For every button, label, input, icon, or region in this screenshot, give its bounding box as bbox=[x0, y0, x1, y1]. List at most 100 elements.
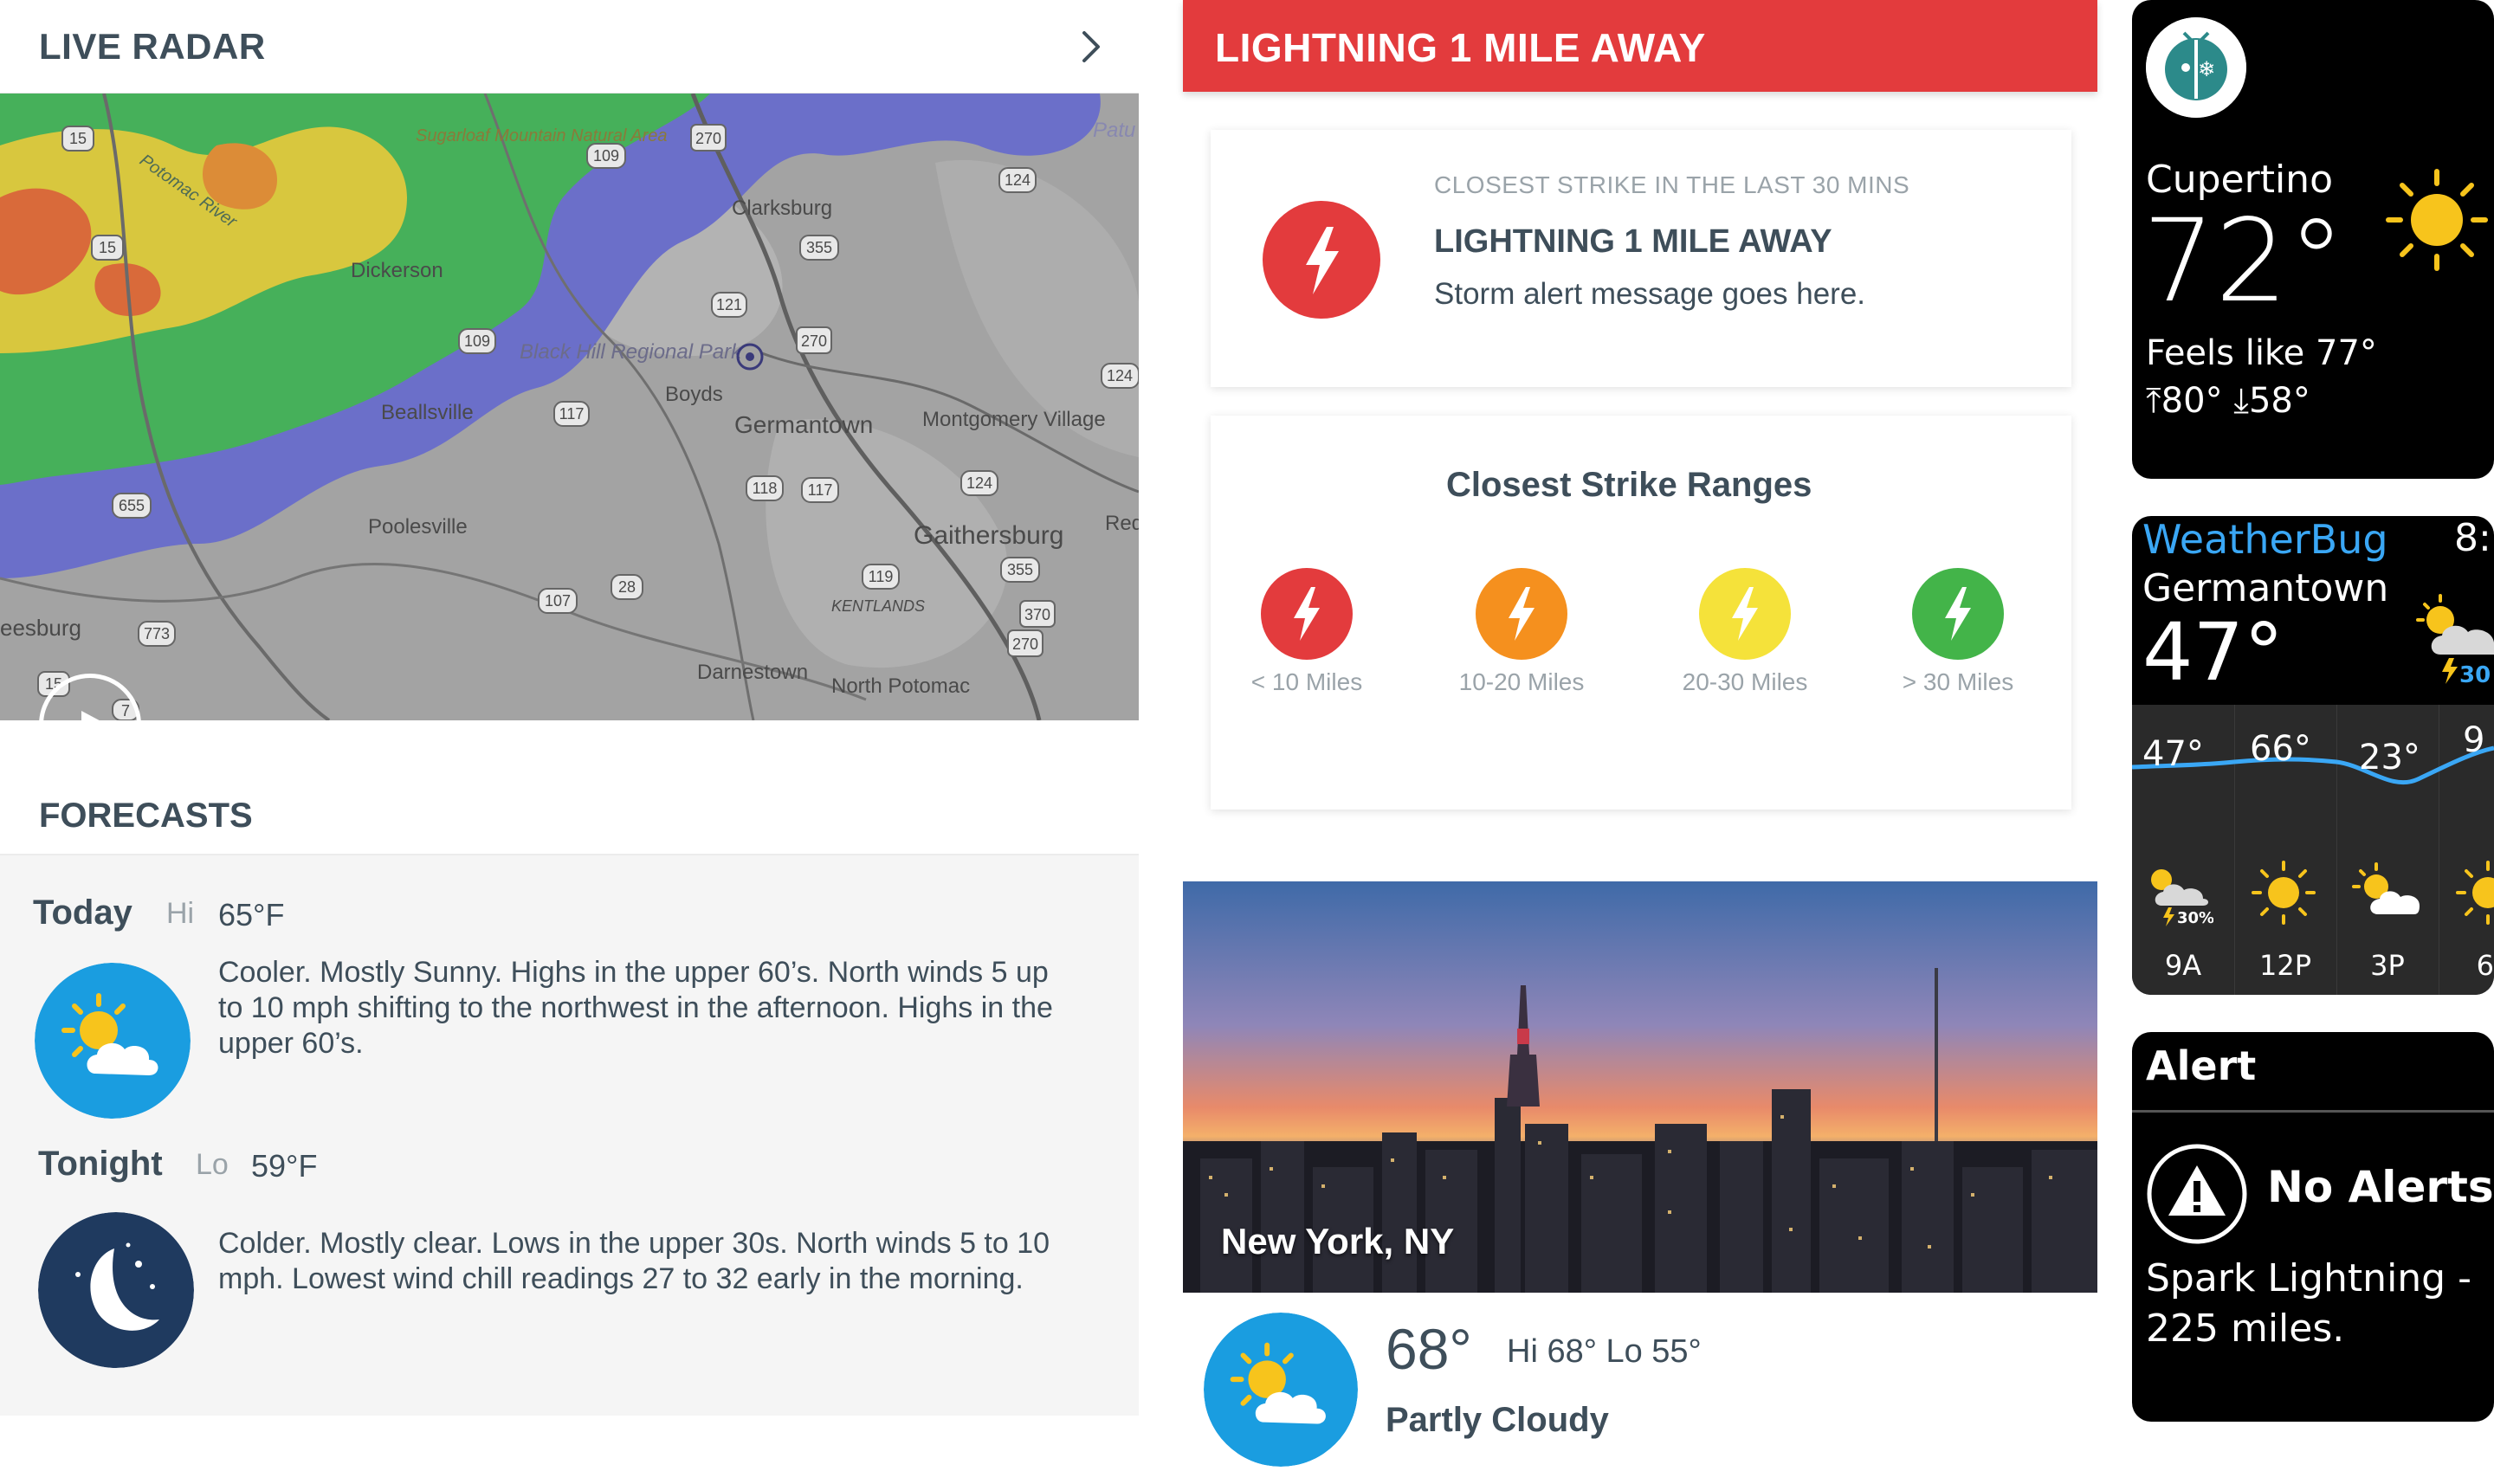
svg-text:KENTLANDS: KENTLANDS bbox=[831, 597, 925, 615]
svg-text:Red: Red bbox=[1105, 512, 1139, 535]
watch-time: 8: bbox=[2454, 516, 2491, 560]
strike-subtitle: CLOSEST STRIKE IN THE LAST 30 MINS bbox=[1434, 171, 1910, 198]
hourly-time: 3P bbox=[2370, 949, 2405, 982]
range-over-30-icon bbox=[1912, 568, 2004, 660]
hourly-temp: 23° bbox=[2359, 738, 2420, 777]
city-temperature: 68° bbox=[1386, 1317, 1472, 1381]
alert-title: Alert bbox=[2146, 1042, 2257, 1089]
svg-text:118: 118 bbox=[753, 480, 778, 497]
svg-text:15: 15 bbox=[99, 239, 116, 256]
map-label-clarksburg: Clarksburg bbox=[732, 197, 832, 220]
strike-ranges-card: Closest Strike Ranges < 10 Miles 10-20 M… bbox=[1211, 416, 2071, 810]
watch-brand: WeatherBug bbox=[2142, 516, 2388, 563]
radar-map-graphic: Clarksburg Dickerson Black Hill Regional… bbox=[0, 94, 1139, 720]
city-photo[interactable]: New York, NY bbox=[1183, 881, 2097, 1293]
svg-text:Darnestown: Darnestown bbox=[697, 661, 808, 684]
watch-face-germantown[interactable]: WeatherBug 8: Germantown 47° 30 47° 66° … bbox=[2132, 516, 2494, 995]
svg-text:Dickerson: Dickerson bbox=[351, 259, 443, 282]
storm-small-icon: 30% bbox=[2151, 869, 2213, 927]
strike-title: LIGHTNING 1 MILE AWAY bbox=[1434, 223, 1832, 260]
storm-icon: 30 bbox=[2416, 594, 2494, 688]
forecasts-card: FORECASTS Today Hi 65°F Cooler. Mostly S… bbox=[0, 771, 1139, 1416]
svg-text:Black Hill Regional Park: Black Hill Regional Park bbox=[520, 340, 743, 364]
svg-text:121: 121 bbox=[716, 296, 742, 313]
hourly-temp: 9 bbox=[2463, 720, 2485, 760]
closest-strike-card: CLOSEST STRIKE IN THE LAST 30 MINS LIGHT… bbox=[1211, 130, 2071, 387]
svg-text:370: 370 bbox=[1024, 606, 1050, 623]
play-button[interactable] bbox=[39, 674, 141, 720]
svg-text:North Potomac: North Potomac bbox=[831, 674, 970, 698]
city-condition: Partly Cloudy bbox=[1386, 1401, 1609, 1439]
forecast-temp: 59°F bbox=[251, 1148, 318, 1184]
hourly-time: 6 bbox=[2476, 949, 2494, 982]
live-radar-header[interactable]: LIVE RADAR bbox=[0, 0, 1139, 94]
svg-text:107: 107 bbox=[545, 592, 571, 610]
svg-text:119: 119 bbox=[869, 568, 894, 585]
forecast-day: Today bbox=[33, 894, 132, 932]
svg-text:109: 109 bbox=[593, 147, 619, 165]
alert-status: No Alerts bbox=[2267, 1162, 2494, 1212]
hourly-temp: 66° bbox=[2250, 729, 2311, 769]
city-name: New York, NY bbox=[1221, 1221, 1455, 1261]
svg-text:Beallsville: Beallsville bbox=[381, 401, 474, 424]
svg-text:355: 355 bbox=[806, 239, 832, 256]
partly-cloudy-small-icon bbox=[2352, 862, 2420, 914]
svg-text:124: 124 bbox=[1005, 171, 1031, 189]
svg-text:30: 30 bbox=[2459, 662, 2491, 688]
forecast-temp: 65°F bbox=[218, 897, 285, 932]
range-label: > 30 Miles bbox=[1902, 668, 2014, 695]
lightning-banner[interactable]: LIGHTNING 1 MILE AWAY bbox=[1183, 0, 2097, 92]
forecasts-title: FORECASTS bbox=[39, 797, 253, 835]
forecast-description-line: Colder. Mostly clear. Lows in the upper … bbox=[218, 1227, 1050, 1260]
svg-text:109: 109 bbox=[464, 332, 490, 350]
range-label: 10-20 Miles bbox=[1458, 668, 1585, 695]
lightning-bolt-icon bbox=[1263, 201, 1380, 319]
svg-text:270: 270 bbox=[695, 130, 721, 147]
live-radar-title: LIVE RADAR bbox=[39, 26, 266, 67]
forecast-description-line: to 10 mph shifting to the northwest in t… bbox=[218, 991, 1053, 1024]
svg-text:Sugarloaf Mountain Natural Are: Sugarloaf Mountain Natural Area bbox=[416, 126, 668, 145]
forecast-hilo-label: Hi bbox=[166, 897, 195, 930]
svg-text:655: 655 bbox=[119, 497, 145, 514]
watch-temperature: 47° bbox=[2142, 606, 2284, 699]
svg-text:117: 117 bbox=[808, 481, 833, 499]
range-under-10-icon bbox=[1261, 568, 1353, 660]
forecast-day: Tonight bbox=[38, 1145, 163, 1183]
forecasts-header: FORECASTS bbox=[0, 771, 1139, 855]
chevron-right-icon[interactable] bbox=[1072, 28, 1110, 66]
partly-sunny-icon bbox=[35, 963, 191, 1119]
hourly-time: 12P bbox=[2258, 949, 2311, 982]
svg-text:28: 28 bbox=[618, 578, 636, 596]
warning-icon bbox=[2147, 1144, 2247, 1244]
hourly-time: 9A bbox=[2164, 949, 2202, 982]
svg-text:773: 773 bbox=[144, 625, 170, 642]
svg-text:124: 124 bbox=[966, 474, 992, 492]
play-icon bbox=[81, 711, 100, 720]
watch-city: Germantown bbox=[2142, 566, 2389, 610]
svg-text:117: 117 bbox=[559, 405, 585, 423]
svg-text:Germantown: Germantown bbox=[734, 411, 873, 438]
hourly-forecast-panel: 47° 66° 23° 9 30% 9A 12P 3P 6 bbox=[2132, 705, 2494, 995]
watch-face-alert[interactable]: Alert No Alerts Spark Lightning - 225 mi… bbox=[2132, 1032, 2494, 1422]
moon-stars-icon bbox=[38, 1212, 194, 1368]
watch-face-cupertino[interactable]: ❄ Cupertino 72° Feels like 77° ⤒80° ⤓58° bbox=[2132, 0, 2494, 479]
city-hilo: Hi 68° Lo 55° bbox=[1507, 1333, 1702, 1370]
watch-hilo: ⤒80° ⤓58° bbox=[2146, 381, 2310, 421]
svg-text:355: 355 bbox=[1007, 561, 1033, 578]
partly-cloudy-icon bbox=[1204, 1313, 1358, 1467]
forecast-description: Colder. Mostly clear. Lows in the upper … bbox=[218, 1226, 1119, 1297]
svg-text:124: 124 bbox=[1107, 367, 1133, 384]
svg-text:❄: ❄ bbox=[2198, 57, 2215, 81]
svg-text:Boyds: Boyds bbox=[665, 383, 723, 406]
forecast-hilo-label: Lo bbox=[196, 1148, 229, 1181]
hourly-temp: 47° bbox=[2142, 734, 2204, 774]
forecast-description: Cooler. Mostly Sunny. Highs in the upper… bbox=[218, 955, 1119, 1061]
svg-text:Poolesville: Poolesville bbox=[368, 515, 468, 539]
svg-text:30%: 30% bbox=[2177, 909, 2213, 927]
sun-small-icon bbox=[2252, 861, 2316, 925]
range-label: < 10 Miles bbox=[1250, 668, 1363, 695]
svg-text:15: 15 bbox=[69, 130, 87, 147]
radar-map[interactable]: Clarksburg Dickerson Black Hill Regional… bbox=[0, 94, 1139, 720]
range-20-30-icon bbox=[1699, 568, 1791, 660]
sun-icon bbox=[2386, 169, 2488, 271]
